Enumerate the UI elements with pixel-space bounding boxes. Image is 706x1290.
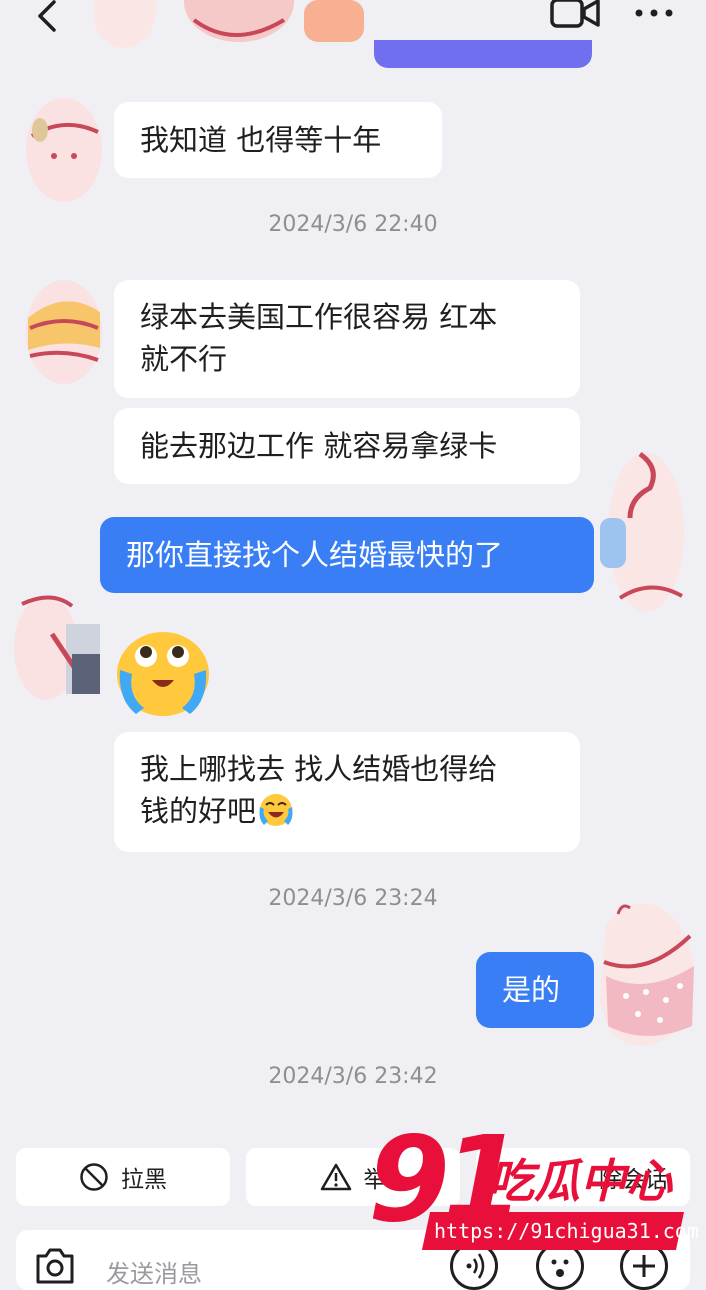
message-bubble[interactable]: 绿本去美国工作很容易 红本 就不行 [114, 280, 580, 398]
warning-icon [320, 1163, 351, 1191]
message-line: 钱的好吧 [140, 790, 554, 832]
crying-laughing-emoji-icon [259, 794, 293, 826]
message-text: 能去那边工作 就容易拿绿卡 [140, 429, 498, 463]
chat-header [0, 0, 706, 56]
block-label: 拉黑 [121, 1167, 167, 1193]
watermark-brand: 吃瓜中心 [488, 1154, 672, 1208]
block-button[interactable]: 拉黑 [16, 1148, 230, 1206]
contact-avatar[interactable] [24, 96, 102, 204]
message-line: 绿本去美国工作很容易 红本 [140, 300, 498, 334]
message-text: 是的 [502, 973, 561, 1007]
my-message-bubble[interactable]: 那你直接找个人结婚最快的了 [100, 517, 594, 593]
message-line: 就不行 [140, 342, 228, 376]
back-icon[interactable] [30, 0, 66, 36]
site-watermark: 91 吃瓜中心 https://91chigua31.com [368, 1120, 706, 1280]
camera-icon[interactable] [34, 1244, 76, 1284]
message-line: 我上哪找去 找人结婚也得给 [140, 752, 498, 786]
message-bubble[interactable]: 我上哪找去 找人结婚也得给 钱的好吧 [114, 732, 580, 852]
message-text: 那你直接找个人结婚最快的了 [126, 538, 504, 572]
timestamp: 2024/3/6 23:42 [268, 1064, 438, 1089]
message-bubble[interactable]: 能去那边工作 就容易拿绿卡 [114, 408, 580, 484]
crying-laughing-emoji-sticker[interactable] [116, 630, 210, 716]
contact-avatar[interactable] [24, 278, 102, 386]
more-icon[interactable] [634, 6, 674, 20]
video-call-icon[interactable] [548, 0, 602, 34]
my-message-bubble[interactable]: 是的 [476, 952, 594, 1028]
message-input[interactable]: 发送消息 [106, 1254, 202, 1289]
timestamp: 2024/3/6 22:40 [268, 212, 438, 237]
block-icon [80, 1163, 108, 1191]
my-avatar[interactable] [596, 896, 700, 1052]
message-bubble[interactable]: 我知道 也得等十年 [114, 102, 442, 178]
contact-avatar[interactable] [94, 0, 364, 70]
message-bubble-partial [374, 40, 592, 68]
my-avatar[interactable] [600, 448, 684, 614]
watermark-url: https://91chigua31.com [434, 1219, 699, 1243]
contact-avatar[interactable] [12, 594, 100, 702]
message-text: 我知道 也得等十年 [140, 123, 382, 157]
